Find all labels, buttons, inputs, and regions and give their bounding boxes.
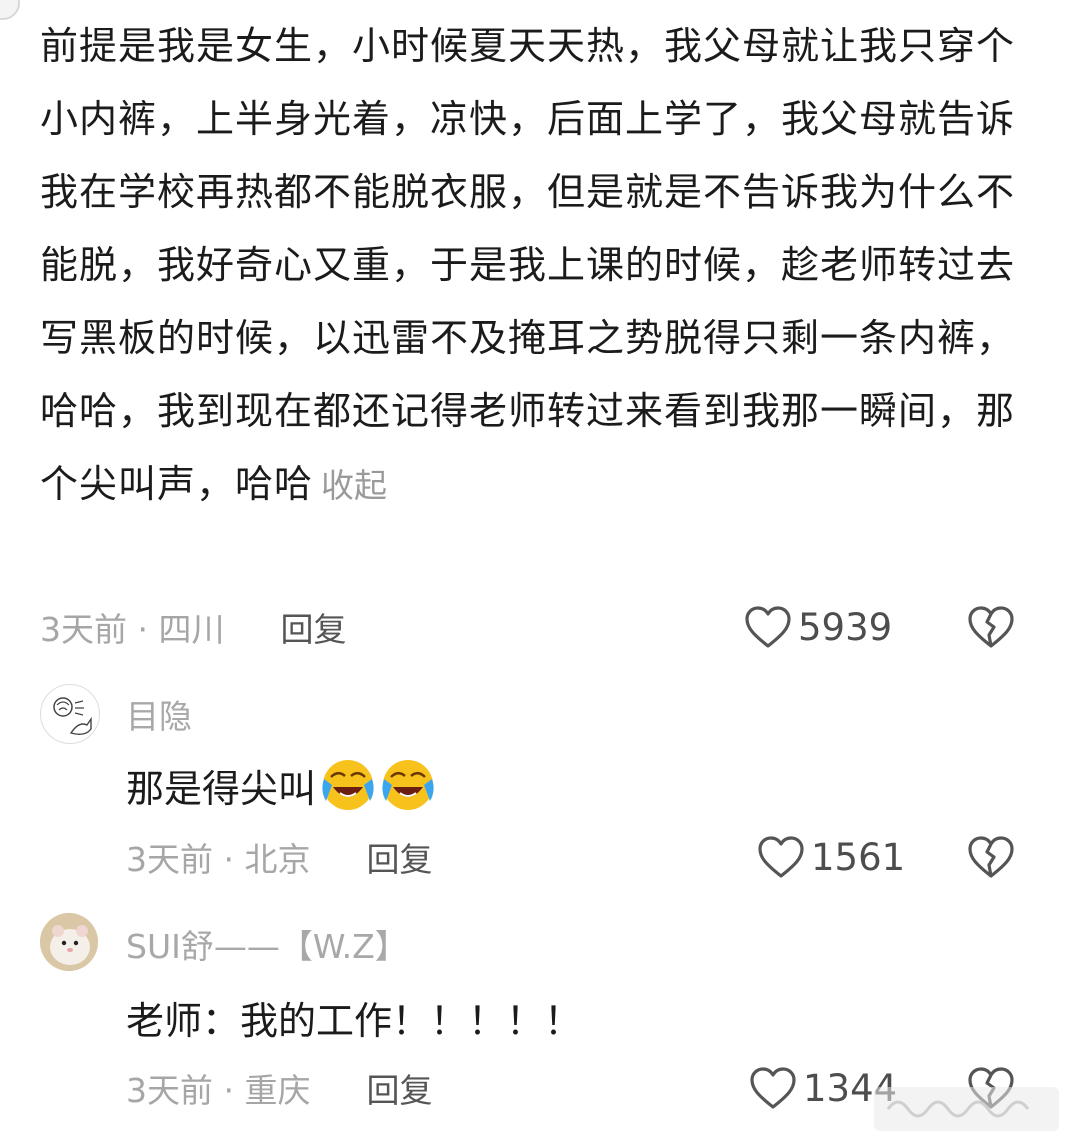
watermark-logo bbox=[874, 1087, 1059, 1131]
reply-time-location: 3天前 · 重庆 bbox=[126, 1071, 311, 1110]
comment-text: 前提是我是女生，小时候夏天天热，我父母就让我只穿个小内裤，上半身光着，凉快，后面… bbox=[40, 10, 1025, 522]
collapse-link[interactable]: 收起 bbox=[321, 466, 387, 505]
reply-button[interactable]: 回复 bbox=[280, 603, 346, 651]
comment-meta: 3天前 · 四川 回复 bbox=[40, 602, 346, 652]
hamster-avatar-icon bbox=[40, 913, 98, 971]
comment-time-location: 3天前 · 四川 bbox=[40, 610, 225, 649]
heart-icon bbox=[750, 1067, 796, 1109]
username[interactable]: SUI舒——【W.Z】 bbox=[126, 920, 408, 968]
previous-avatar[interactable] bbox=[0, 0, 20, 20]
heart-icon bbox=[745, 606, 791, 648]
reply-text: 老师：我的工作！！！！！ bbox=[126, 988, 582, 1046]
reply-button[interactable]: 回复 bbox=[366, 833, 432, 881]
broken-heart-icon[interactable] bbox=[966, 832, 1016, 882]
broken-heart-icon[interactable] bbox=[966, 602, 1016, 652]
reply-body: 那是得尖叫 bbox=[126, 766, 317, 811]
crying-laughing-emoji bbox=[382, 760, 434, 810]
doodle-avatar-icon bbox=[53, 697, 92, 736]
username[interactable]: 目隐 bbox=[126, 690, 192, 738]
reply-meta: 3天前 · 北京 回复 bbox=[126, 832, 432, 882]
comment-body: 前提是我是女生，小时候夏天天热，我父母就让我只穿个小内裤，上半身光着，凉快，后面… bbox=[40, 24, 1016, 506]
avatar[interactable] bbox=[40, 913, 98, 971]
crying-laughing-emoji bbox=[322, 760, 374, 810]
like-button[interactable]: 5939 bbox=[744, 602, 892, 652]
reply-button[interactable]: 回复 bbox=[366, 1064, 432, 1112]
reply-body: 老师：我的工作！！！！！ bbox=[126, 998, 583, 1043]
reply-meta: 3天前 · 重庆 回复 bbox=[126, 1063, 432, 1113]
heart-icon bbox=[758, 836, 804, 878]
reply-text: 那是得尖叫 bbox=[126, 754, 436, 816]
like-button[interactable]: 1561 bbox=[757, 832, 905, 882]
like-count: 5939 bbox=[798, 605, 893, 649]
reply-time-location: 3天前 · 北京 bbox=[126, 840, 311, 879]
avatar[interactable] bbox=[40, 684, 100, 744]
like-count: 1561 bbox=[811, 835, 906, 879]
